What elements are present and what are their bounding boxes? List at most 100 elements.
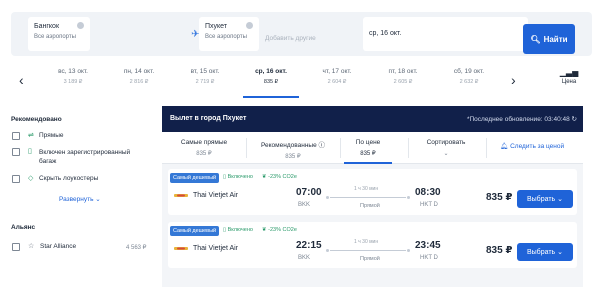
date-option[interactable]: вт, 15 окт. 2 719 ₽	[173, 68, 237, 85]
recommended-title: Рекомендовано	[11, 116, 62, 123]
last-update-text: *Последнее обновление: 03:40:48	[466, 116, 570, 123]
date-price: 3 189 ₽	[63, 79, 83, 85]
track-price-link[interactable]: 🔔︎ Следить за ценой	[500, 142, 564, 150]
expand-label: Развернуть	[59, 196, 94, 203]
date-label: вт, 15 окт.	[190, 68, 220, 75]
route-dot	[326, 249, 329, 252]
chevron-right-icon[interactable]: ›	[511, 72, 516, 88]
chevron-down-icon: ⌄	[557, 249, 564, 256]
tab-by-price[interactable]: По цене 835 ₽	[328, 139, 408, 164]
star-icon: ☆	[28, 243, 35, 250]
alliance-title: Альянс	[11, 224, 36, 231]
bar-chart-icon: ▁▃▅	[559, 68, 579, 77]
route-dot	[407, 196, 410, 199]
sort-label: Рекомендованные	[260, 142, 317, 149]
divider	[486, 138, 487, 158]
date-label: пн, 14 окт.	[123, 68, 155, 75]
choose-label: Выбрать	[526, 248, 556, 256]
baggage-badge: ▯ Включено	[223, 174, 253, 180]
choose-button[interactable]: Выбрать ⌄	[517, 190, 573, 208]
flight-price: 835 ₽	[486, 245, 513, 256]
direct-route-icon: ⇌	[28, 132, 34, 139]
flight-duration: 1 ч 30 мин	[354, 239, 379, 245]
date-price: 835 ₽	[263, 79, 279, 85]
expand-link[interactable]: Развернуть ⌄	[59, 195, 101, 203]
date-label: вс, 13 окт.	[58, 68, 88, 75]
date-label: ср, 16 окт.	[255, 68, 287, 75]
add-destination-input[interactable]: Добавить другие	[265, 35, 316, 42]
price-chart-label: Цена	[561, 79, 577, 85]
baggage-text: Включено	[227, 174, 253, 180]
flight-card[interactable]: Самый дешевый ▯ Включено ❦ -23% CO2e Tha…	[168, 222, 577, 268]
find-button[interactable]: 🔍︎ Найти	[523, 24, 575, 54]
arrival-time: 08:30	[415, 187, 441, 198]
sort-tabs: Самые прямые 835 ₽ Рекомендованные ⓘ 835…	[162, 132, 583, 164]
date-option[interactable]: чт, 17 окт. 2 604 ₽	[305, 68, 369, 85]
info-icon[interactable]: ⓘ	[319, 142, 326, 149]
price-chart-button[interactable]: ▁▃▅ Цена	[549, 68, 589, 85]
tab-most-direct[interactable]: Самые прямые 835 ₽	[164, 139, 244, 157]
date-value: ср, 16 окт.	[369, 30, 402, 37]
chevron-down-icon: ⌄	[557, 196, 564, 203]
baggage-checkbox[interactable]	[12, 148, 20, 156]
baggage-label: Включен зарегистрированный багаж	[39, 149, 131, 165]
leaf-icon: ❦	[262, 227, 267, 233]
date-price: 2 604 ₽	[327, 79, 347, 85]
choose-button[interactable]: Выбрать ⌄	[517, 243, 573, 261]
sort-label: Самые прямые	[180, 139, 228, 146]
alliance-price: 4 563 ₽	[126, 245, 147, 251]
date-field[interactable]: ср, 16 окт.	[363, 17, 528, 51]
arrival-airport: HKT D	[420, 202, 438, 208]
route-line	[330, 197, 406, 198]
baggage-icon: ▯	[223, 174, 227, 180]
departure-time: 07:00	[296, 187, 322, 198]
clear-origin-icon[interactable]	[77, 22, 84, 29]
search-bar: Бангкок Все аэропорты ✈ Пхукет Все аэроп…	[11, 12, 592, 56]
refresh-icon[interactable]: ↻	[572, 116, 577, 123]
sort-label: Сортировать	[426, 139, 466, 146]
origin-field[interactable]: Бангкок Все аэропорты	[28, 17, 90, 51]
route-dot	[407, 249, 410, 252]
flight-duration: 1 ч 30 мин	[354, 186, 379, 192]
date-option[interactable]: пт, 18 окт. 2 605 ₽	[371, 68, 435, 85]
alliance-name: Star Alliance	[40, 243, 77, 250]
date-option-selected[interactable]: ср, 16 окт. 835 ₽	[239, 68, 303, 98]
date-option[interactable]: сб, 19 окт. 2 632 ₽	[437, 68, 501, 85]
airline-logo-icon	[174, 247, 188, 250]
departure-airport: BKK	[298, 255, 311, 261]
destination-airports: Все аэропорты	[205, 34, 247, 40]
date-option[interactable]: пн, 14 окт. 2 816 ₽	[107, 68, 171, 85]
stops-label: Прямой	[360, 203, 380, 209]
sort-value: 835 ₽	[285, 154, 301, 160]
date-strip: ‹ вс, 13 окт. 3 189 ₽ пн, 14 окт. 2 816 …	[11, 64, 592, 98]
choose-label: Выбрать	[526, 195, 556, 203]
tab-recommended[interactable]: Рекомендованные ⓘ 835 ₽	[246, 139, 340, 160]
baggage-icon: ▯	[223, 227, 227, 233]
stops-label: Прямой	[360, 256, 380, 262]
lowcost-label: Скрыть лоукостеры	[39, 175, 99, 182]
airline-logo-icon	[174, 194, 188, 197]
co2-text: -23% CO2e	[268, 227, 297, 233]
track-label: Следить за ценой	[510, 143, 565, 150]
date-option[interactable]: вс, 13 окт. 3 189 ₽	[41, 68, 105, 85]
clear-destination-icon[interactable]	[246, 22, 253, 29]
direct-checkbox[interactable]	[12, 132, 20, 140]
lowcost-checkbox[interactable]	[12, 175, 20, 183]
tag-icon: ◇	[28, 175, 34, 182]
date-price: 2 605 ₽	[393, 79, 413, 85]
departure-airport: BKK	[298, 202, 311, 208]
sort-dropdown[interactable]: Сортировать ⌄	[406, 139, 486, 157]
date-price: 2 816 ₽	[129, 79, 149, 85]
find-label: Найти	[543, 34, 568, 44]
last-update: *Последнее обновление: 03:40:48 ↻	[467, 115, 577, 123]
departure-time: 22:15	[296, 240, 322, 251]
sort-label-wrap: Рекомендованные ⓘ	[246, 139, 340, 149]
star-alliance-checkbox[interactable]	[12, 243, 20, 251]
chevron-left-icon[interactable]: ‹	[19, 72, 24, 88]
destination-field[interactable]: Пхукет Все аэропорты	[199, 17, 259, 51]
route-line	[330, 250, 406, 251]
date-label: сб, 19 окт.	[453, 68, 485, 75]
bell-icon: 🔔︎	[500, 143, 509, 150]
co2-text: -23% CO2e	[268, 174, 297, 180]
flight-card[interactable]: Самый дешевый ▯ Включено ❦ -23% CO2e Tha…	[168, 169, 577, 215]
